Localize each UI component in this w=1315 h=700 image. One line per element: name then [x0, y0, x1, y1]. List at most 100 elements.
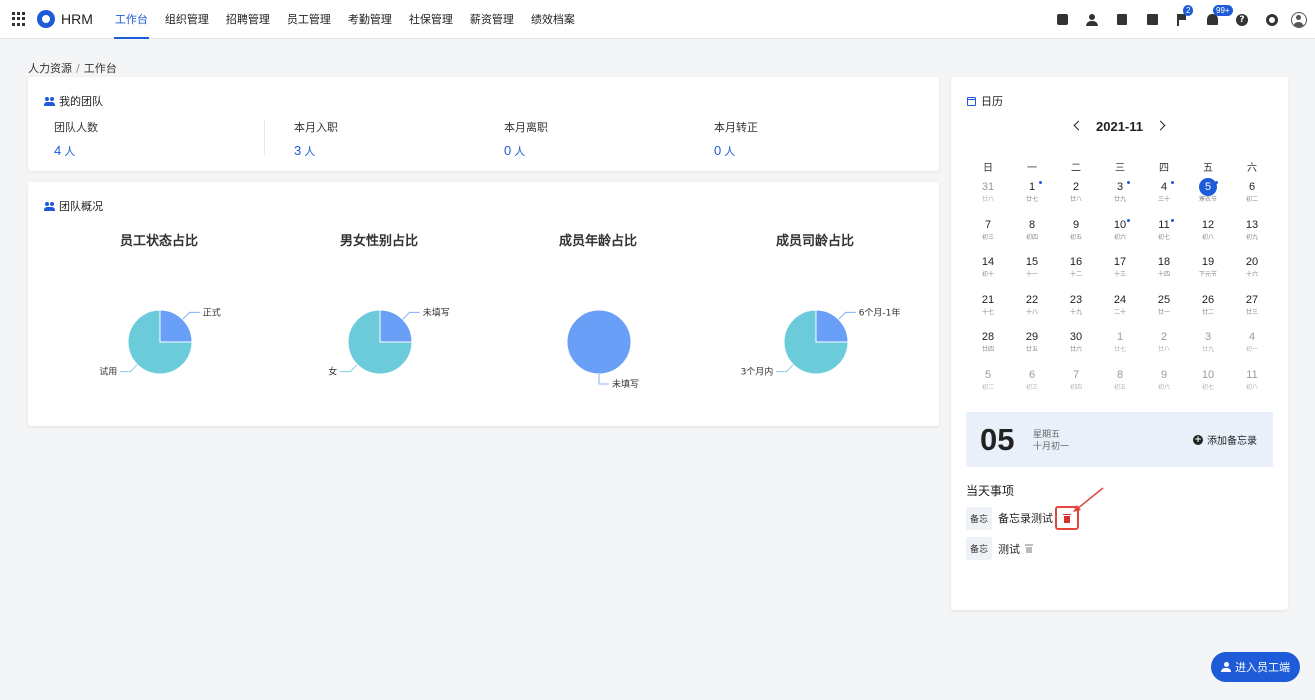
lunar-label: 初三: [1025, 383, 1038, 391]
checklist-icon[interactable]: [1055, 13, 1069, 27]
calendar-day[interactable]: 20 十六: [1230, 253, 1274, 291]
calendar-day[interactable]: 17 十三: [1098, 253, 1142, 291]
calendar-day[interactable]: 3 廿九: [1186, 328, 1230, 366]
event-text[interactable]: 测试: [998, 541, 1020, 557]
day-number: 9: [1072, 218, 1080, 231]
calendar-day[interactable]: 16 十二: [1054, 253, 1098, 291]
calendar-day[interactable]: 24 二十: [1098, 291, 1142, 329]
weekday-label: 四: [1159, 163, 1169, 174]
calendar-day[interactable]: 8 初五: [1098, 366, 1142, 404]
day-number: 28: [981, 331, 995, 343]
weekday-header: 日一二三四五六: [966, 159, 1274, 174]
lunar-label: 初四: [1025, 233, 1038, 241]
calendar-day[interactable]: 9 初五: [1054, 216, 1098, 254]
calendar-day[interactable]: 1 廿七: [1098, 328, 1142, 366]
user-icon: [1221, 662, 1231, 672]
app-grid-icon[interactable]: [12, 12, 26, 26]
lunar-label: 十七: [981, 308, 994, 316]
calendar-day[interactable]: 5 寒衣节: [1186, 178, 1230, 216]
lunar-label: 廿三: [1245, 308, 1258, 316]
enter-employee-portal-button[interactable]: 进入员工端: [1211, 652, 1300, 682]
user-icon[interactable]: [1085, 13, 1099, 27]
calendar-day[interactable]: 8 初四: [1010, 216, 1054, 254]
nav-item-performance[interactable]: 绩效档案: [531, 0, 575, 39]
event-dot: [1127, 181, 1130, 184]
breadcrumb-current: 工作台: [83, 62, 117, 75]
lunar-label: 十八: [1025, 308, 1038, 316]
calendar-day[interactable]: 26 廿二: [1186, 291, 1230, 329]
calendar-day[interactable]: 30 廿六: [1054, 328, 1098, 366]
nav-item-social-security[interactable]: 社保管理: [409, 0, 453, 39]
calendar-day[interactable]: 27 廿三: [1230, 291, 1274, 329]
lunar-label: 初七: [1201, 383, 1214, 391]
calendar-day[interactable]: 2 廿八: [1142, 328, 1186, 366]
day-number: 17: [1113, 256, 1127, 268]
add-memo-button[interactable]: + 添加备忘录: [1193, 432, 1257, 447]
calendar-day[interactable]: 10 初七: [1186, 366, 1230, 404]
calendar-day[interactable]: 1 廿七: [1010, 178, 1054, 216]
calendar-icon: [967, 96, 976, 106]
calendar-day[interactable]: 29 廿五: [1010, 328, 1054, 366]
calendar-day[interactable]: 10 初六: [1098, 216, 1142, 254]
calendar-day[interactable]: 6 初二: [1230, 178, 1274, 216]
lunar-label: 廿六: [981, 196, 994, 203]
calendar-day[interactable]: 12 初八: [1186, 216, 1230, 254]
calendar-card: 日历 2021-11 日一二三四五六 31 廿六 1 廿七 2 廿八 3 廿九 4 三十 5 寒衣节 6…: [951, 77, 1288, 610]
breadcrumb-root[interactable]: 人力资源: [28, 62, 72, 75]
calendar-day[interactable]: 14 初十: [966, 253, 1010, 291]
calendar-day[interactable]: 9 初六: [1142, 366, 1186, 404]
help-icon[interactable]: ?: [1235, 13, 1249, 27]
calendar-icon[interactable]: [1145, 13, 1159, 27]
chevron-right-icon[interactable]: [1155, 120, 1166, 131]
my-team-card: 我的团队 团队人数 4人 本月入职 3人 本月离职 0人 本月转正 0人: [28, 77, 939, 171]
chevron-left-icon[interactable]: [1073, 120, 1084, 131]
calendar-day[interactable]: 4 初一: [1230, 328, 1274, 366]
avatar-icon[interactable]: [1291, 11, 1307, 28]
gear-icon[interactable]: [1265, 13, 1279, 27]
calendar-day[interactable]: 7 初三: [966, 216, 1010, 254]
team-overview-title: 团队概况: [59, 200, 103, 213]
calendar-day[interactable]: 15 十一: [1010, 253, 1054, 291]
slice-label: 未填写: [612, 378, 639, 390]
calendar-day[interactable]: 18 十四: [1142, 253, 1186, 291]
calendar-day[interactable]: 11 初七: [1142, 216, 1186, 254]
calendar-day[interactable]: 21 十七: [966, 291, 1010, 329]
nav-item-employees[interactable]: 员工管理: [287, 0, 331, 39]
calendar-day[interactable]: 2 廿八: [1054, 178, 1098, 216]
day-number: 16: [1069, 256, 1083, 268]
calendar-day[interactable]: 3 廿九: [1098, 178, 1142, 216]
nav-item-payroll[interactable]: 薪资管理: [470, 0, 514, 39]
nav-item-recruitment[interactable]: 招聘管理: [226, 0, 270, 39]
calendar-day[interactable]: 6 初三: [1010, 366, 1054, 404]
pie-slice[interactable]: [566, 309, 632, 375]
flag-badge: 2: [1183, 4, 1194, 16]
calendar-day[interactable]: 22 十八: [1010, 291, 1054, 329]
event-text[interactable]: 备忘录测试: [998, 510, 1053, 526]
plus-circle-icon: +: [1193, 434, 1203, 445]
calendar-day[interactable]: 13 初九: [1230, 216, 1274, 254]
breadcrumb: 人力资源 / 工作台: [28, 62, 117, 75]
label-leader-line: [598, 374, 609, 385]
bell-icon[interactable]: 99+: [1205, 4, 1233, 27]
lunar-label: 十一: [1025, 271, 1038, 278]
day-number: 20: [1245, 256, 1259, 268]
day-number: 11: [1246, 368, 1258, 381]
calendar-day[interactable]: 23 十九: [1054, 291, 1098, 329]
calendar-day[interactable]: 28 廿四: [966, 328, 1010, 366]
document-icon[interactable]: [1115, 13, 1129, 27]
nav-item-workbench[interactable]: 工作台: [113, 0, 149, 39]
trash-icon[interactable]: [1025, 544, 1034, 553]
calendar-day[interactable]: 25 廿一: [1142, 291, 1186, 329]
nav-item-attendance[interactable]: 考勤管理: [348, 0, 392, 39]
stat-joined-this-month: 本月入职 3人: [294, 121, 338, 158]
calendar-day[interactable]: 19 下元节: [1186, 253, 1230, 291]
calendar-day[interactable]: 11 初八: [1230, 366, 1274, 404]
calendar-day[interactable]: 5 初二: [966, 366, 1010, 404]
calendar-day[interactable]: 7 初四: [1054, 366, 1098, 404]
bell-badge: 99+: [1213, 4, 1233, 16]
calendar-day[interactable]: 4 三十: [1142, 178, 1186, 216]
flag-icon[interactable]: 2: [1175, 4, 1194, 27]
nav-item-organization[interactable]: 组织管理: [165, 0, 209, 39]
calendar-day[interactable]: 31 廿六: [966, 178, 1010, 216]
day-number: 2: [1160, 331, 1168, 343]
